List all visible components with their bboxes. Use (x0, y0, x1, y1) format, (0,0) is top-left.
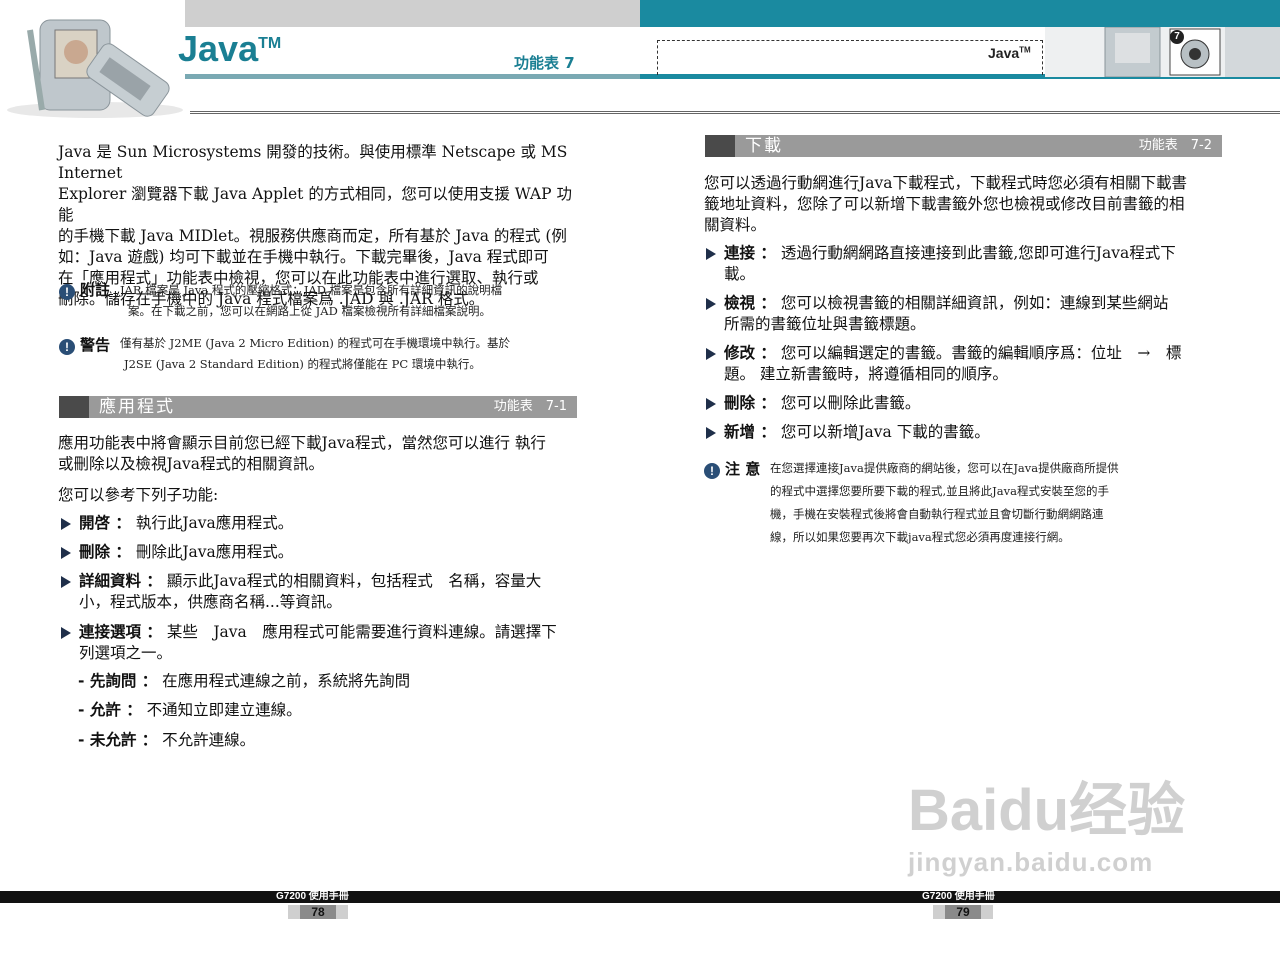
page-number-decoration (981, 905, 993, 919)
page-number-right: 79 (945, 905, 981, 919)
phone-illustration-right (1045, 27, 1280, 77)
header-right-title: JavaTM (988, 45, 1031, 61)
watermark-url: jingyan.baidu.com (908, 847, 1154, 877)
footer-label-left: G7200 使用手冊 (276, 891, 349, 902)
triangle-bullet-icon (61, 518, 71, 530)
exclamation-icon: ! (59, 339, 75, 355)
page-title: JavaTM (178, 28, 282, 69)
download-intro: 您可以透過行動網進行Java下載程式，下載程式時您必須有相關下載書 籤地址資料，… (704, 174, 1187, 234)
page-number-left: 78 (300, 905, 336, 919)
sub-intro: 您可以參考下列子功能: (58, 486, 219, 504)
triangle-bullet-icon (61, 547, 71, 559)
note-label: 附註 (80, 281, 111, 299)
header-dashed-box (657, 40, 1043, 75)
section-ref: 功能表 7-2 (1138, 138, 1212, 153)
triangle-bullet-icon (706, 248, 716, 260)
watermark-logo: Baidu经验 (908, 778, 1186, 843)
header-band-left (185, 0, 640, 27)
triangle-bullet-icon (61, 627, 71, 639)
warning-text: 僅有基於 J2ME (Java 2 Micro Edition) 的程式可在手機… (120, 336, 511, 371)
page-number-decoration (336, 905, 348, 919)
triangle-bullet-icon (706, 427, 716, 439)
footer-bar (0, 891, 1280, 903)
exclamation-icon: ! (59, 284, 75, 300)
header-dashed-divider (190, 111, 1280, 114)
section-title: 應用程式 (99, 397, 175, 417)
warning-label: 警告 (80, 336, 111, 354)
page-number-decoration (288, 905, 300, 919)
note-text: JAR 檔案是 Java 程式的壓縮格式：JAD 檔案是包含所有詳細資訊的說明檔… (120, 283, 503, 318)
phone-illustration (7, 19, 183, 118)
caution-block: ! (704, 460, 720, 479)
warning-block: ! (59, 336, 75, 355)
header-rule-left (185, 74, 640, 79)
watermark: Baidu经验 jingyan.baidu.com (908, 778, 1186, 877)
caution-text: 在您選擇連接Java提供廠商的網站後，您可以在Java提供廠商所提供 的程式中選… (770, 461, 1119, 544)
caution-label: 注 意 (725, 460, 761, 478)
note-block: ! (59, 281, 75, 300)
header-menu-number: 功能表 7 (514, 54, 575, 72)
triangle-bullet-icon (706, 298, 716, 310)
section-ref: 功能表 7-1 (493, 399, 567, 414)
section-intro: 應用功能表中將會顯示目前您已經下載Java程式，當然您可以進行 執行 或刪除以及… (58, 434, 546, 473)
section-title: 下載 (745, 136, 783, 156)
triangle-bullet-icon (61, 576, 71, 588)
exclamation-icon: ! (704, 463, 720, 479)
triangle-bullet-icon (706, 398, 716, 410)
sub-list-item: - 未允許 ： 不允許連線。 (78, 731, 256, 749)
page-number-decoration (933, 905, 945, 919)
section-header-download: 下載 功能表 7-2 (705, 135, 1222, 157)
section-header-applications: 應用程式 功能表 7-1 (59, 396, 577, 418)
triangle-bullet-icon (706, 348, 716, 360)
sub-list-item: - 先詢問 ： 在應用程式連線之前，系統將先詢問 (78, 672, 411, 690)
chapter-badge: 7 (1170, 30, 1184, 44)
header-band-right (640, 0, 1280, 27)
sub-list-item: - 允許 ： 不通知立即建立連線。 (78, 701, 302, 719)
footer-label-right: G7200 使用手冊 (922, 891, 995, 902)
